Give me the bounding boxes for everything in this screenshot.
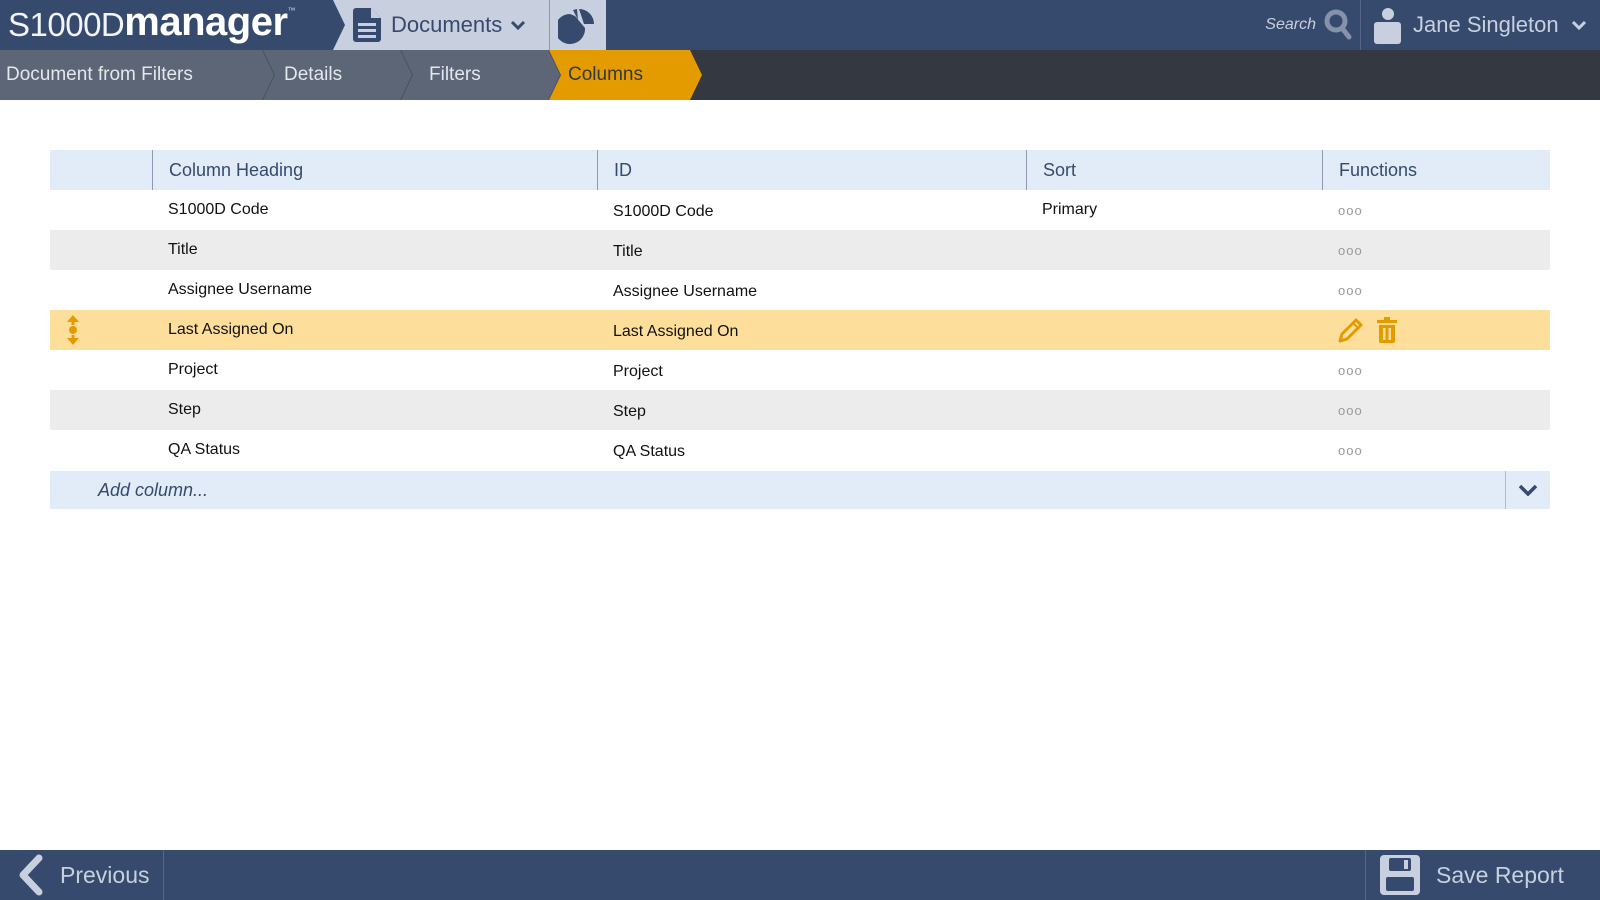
drag-handle-icon[interactable]	[66, 314, 80, 346]
cell-sort	[1026, 390, 1322, 430]
save-icon	[1380, 855, 1420, 895]
pie-chart-icon	[558, 9, 594, 44]
breadcrumb-document-from-filters[interactable]: Document from Filters	[0, 50, 275, 100]
document-icon	[353, 8, 381, 42]
add-column-input[interactable]: Add column...	[50, 471, 1505, 509]
chevron-down-icon	[1518, 484, 1538, 496]
table-row[interactable]: Assignee Username Assignee Username ooo	[50, 270, 1550, 310]
more-options-icon[interactable]: ooo	[1338, 363, 1363, 378]
documents-label: Documents	[391, 12, 503, 37]
cell-id: Project	[613, 363, 663, 380]
documents-menu[interactable]: Documents	[333, 0, 549, 50]
header-functions: Functions	[1322, 150, 1550, 190]
table-row[interactable]: S1000D Code S1000D Code Primary ooo	[50, 190, 1550, 230]
add-column-dropdown[interactable]	[1505, 471, 1550, 509]
cell-id: Step	[613, 403, 646, 420]
table-row[interactable]: Step Step ooo	[50, 390, 1550, 430]
columns-table: Column Heading ID Sort Functions S1000D …	[50, 150, 1550, 509]
search-button[interactable]: Search	[1250, 0, 1360, 50]
cell-sort: Primary	[1042, 201, 1098, 218]
cell-sort	[1026, 430, 1322, 470]
user-menu[interactable]: Jane Singleton	[1360, 0, 1600, 50]
cell-id: QA Status	[613, 443, 686, 460]
cell-heading: Last Assigned On	[168, 321, 294, 338]
cell-sort	[1026, 230, 1322, 270]
more-options-icon[interactable]: ooo	[1338, 203, 1363, 218]
cell-heading: S1000D Code	[168, 201, 269, 218]
header-id: ID	[597, 150, 1026, 190]
cell-sort	[1026, 270, 1322, 310]
cell-heading: Project	[168, 361, 218, 378]
user-name: Jane Singleton	[1413, 12, 1559, 37]
breadcrumb-details[interactable]: Details	[263, 50, 413, 100]
header-sort: Sort	[1026, 150, 1322, 190]
user-icon	[1374, 8, 1401, 44]
cell-id: Last Assigned On	[613, 323, 739, 340]
save-report-button[interactable]: Save Report	[1365, 850, 1600, 900]
top-bar: S1000D manager ™ Documents Search Jane S…	[0, 0, 1600, 50]
table-row[interactable]: Title Title ooo	[50, 230, 1550, 270]
breadcrumb: Document from Filters Details Filters Co…	[0, 50, 1600, 100]
cell-heading: Step	[168, 401, 201, 418]
reports-chart-button[interactable]	[549, 0, 606, 50]
add-column-row: Add column...	[50, 471, 1550, 509]
trash-icon	[1377, 317, 1397, 343]
cell-heading: Title	[168, 241, 198, 258]
logo-trademark: ™	[287, 6, 296, 15]
header-column-heading: Column Heading	[152, 150, 597, 190]
table-header: Column Heading ID Sort Functions	[50, 150, 1550, 190]
app-logo: S1000D manager ™	[0, 0, 345, 50]
logo-main: manager	[124, 0, 288, 44]
cell-id: Title	[613, 243, 643, 260]
chevron-down-icon	[511, 20, 526, 30]
table-row[interactable]: Project Project ooo	[50, 350, 1550, 390]
more-options-icon[interactable]: ooo	[1338, 243, 1363, 258]
cell-id: S1000D Code	[613, 203, 714, 220]
more-options-icon[interactable]: ooo	[1338, 403, 1363, 418]
footer-bar: Previous Save Report	[0, 850, 1600, 900]
edit-button[interactable]	[1338, 317, 1364, 343]
cell-sort	[1026, 350, 1322, 390]
breadcrumb-columns[interactable]: Columns	[549, 50, 702, 100]
cell-heading: QA Status	[168, 441, 241, 458]
pencil-icon	[1338, 318, 1363, 343]
more-options-icon[interactable]: ooo	[1338, 443, 1363, 458]
more-options-icon[interactable]: ooo	[1338, 283, 1363, 298]
delete-button[interactable]	[1376, 317, 1398, 343]
breadcrumb-filters[interactable]: Filters	[401, 50, 561, 100]
cell-id: Assignee Username	[613, 283, 758, 300]
chevron-left-icon	[19, 854, 43, 896]
cell-heading: Assignee Username	[168, 281, 313, 298]
table-row-selected[interactable]: Last Assigned On Last Assigned On	[50, 310, 1550, 350]
logo-prefix: S1000D	[8, 6, 125, 43]
search-icon	[1324, 9, 1352, 40]
chevron-down-icon	[1571, 20, 1586, 30]
previous-button[interactable]: Previous	[0, 850, 164, 900]
table-row[interactable]: QA Status QA Status ooo	[50, 430, 1550, 470]
save-report-label: Save Report	[1436, 861, 1564, 888]
cell-sort	[1026, 310, 1322, 350]
search-label: Search	[1265, 16, 1316, 33]
header-drag	[50, 150, 152, 190]
previous-label: Previous	[60, 861, 150, 888]
